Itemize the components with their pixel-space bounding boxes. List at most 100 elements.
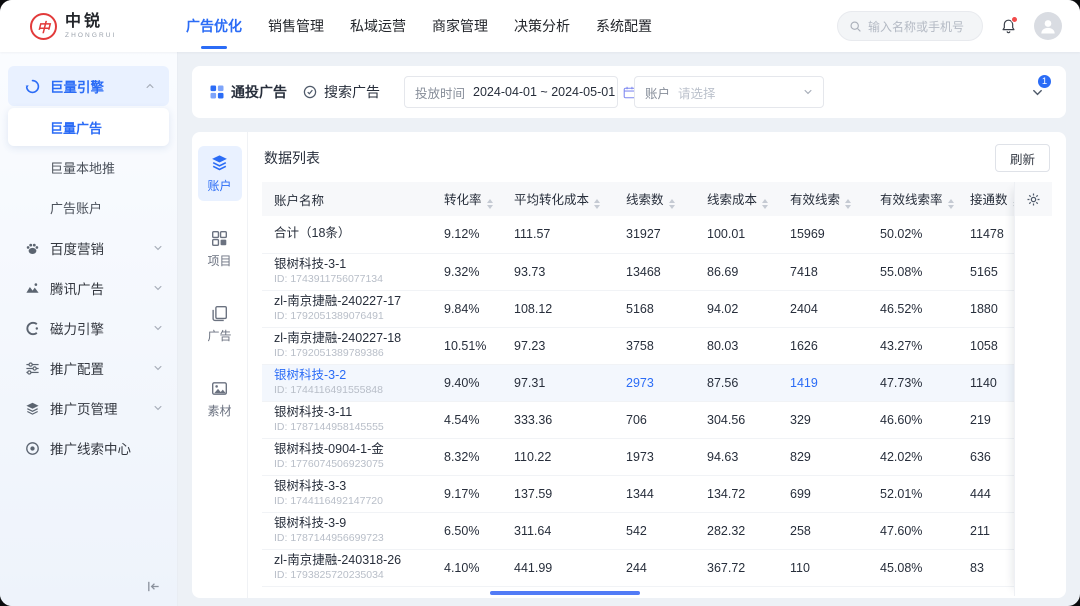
tab-search-ads[interactable]: 搜索广告 <box>303 82 380 102</box>
table-scroll-area[interactable]: 账户名称转化率平均转化成本线索数线索成本有效线索有效线索率接通数合计（18条）9… <box>262 182 1014 596</box>
sidebar-item[interactable]: 磁力引擎 <box>0 308 177 348</box>
top-nav-item[interactable]: 销售管理 <box>266 0 326 52</box>
table-row[interactable]: 银树科技-3-2ID: 17441164915558489.40%97.3129… <box>262 364 1014 401</box>
sidebar: 巨量引擎巨量广告巨量本地推广告账户百度营销腾讯广告磁力引擎推广配置推广页管理推广… <box>0 52 178 606</box>
sidebar-item-label: 磁力引擎 <box>50 318 143 338</box>
sidebar-item[interactable]: 巨量引擎 <box>8 66 169 106</box>
notification-dot <box>1011 16 1018 23</box>
column-header[interactable]: 平均转化成本 <box>502 182 614 216</box>
top-nav-item[interactable]: 广告优化 <box>184 0 244 52</box>
entity-tab[interactable]: 素材 <box>198 373 242 426</box>
column-settings-gear-icon[interactable] <box>1015 182 1052 216</box>
chevron-down-icon <box>803 87 813 97</box>
table-row[interactable]: 银树科技-3-9ID: 17871449566997236.50%311.645… <box>262 512 1014 549</box>
table-row[interactable]: zl-南京捷融-240227-17ID: 17920513890764919.8… <box>262 290 1014 327</box>
table-row[interactable]: 银树科技-0904-1-金ID: 17760745069230758.32%11… <box>262 438 1014 475</box>
column-header[interactable]: 有效线索 <box>778 182 868 216</box>
column-header[interactable]: 线索数 <box>614 182 695 216</box>
sidebar-subitem[interactable]: 巨量广告 <box>8 108 169 146</box>
metric-link[interactable]: 2973 <box>614 364 695 401</box>
sidebar-item[interactable]: 腾讯广告 <box>0 268 177 308</box>
sidebar-item-label: 巨量引擎 <box>50 76 135 96</box>
refresh-button[interactable]: 刷新 <box>995 144 1050 172</box>
sort-icons[interactable] <box>948 199 954 209</box>
metric-cell: 4.54% <box>432 401 502 438</box>
metric-cell: 87.56 <box>695 364 778 401</box>
metric-link[interactable]: 1419 <box>778 364 868 401</box>
column-header[interactable]: 转化率 <box>432 182 502 216</box>
column-header[interactable]: 接通数 <box>958 182 1014 216</box>
table-row[interactable]: 银树科技-3-11ID: 17871449581455554.54%333.36… <box>262 401 1014 438</box>
metric-cell: 134.72 <box>695 475 778 512</box>
top-nav-item[interactable]: 决策分析 <box>512 0 572 52</box>
table-row[interactable]: zl-南京捷融-240227-18ID: 179205138978938610.… <box>262 327 1014 364</box>
account-id: ID: 1776074506923075 <box>274 458 420 471</box>
app-window: 中 中锐 ZHONGRUI 广告优化销售管理私域运营商家管理决策分析系统配置 输… <box>0 0 1080 606</box>
date-range-value: 2024-04-01 ~ 2024-05-01 <box>473 85 615 99</box>
table-row[interactable]: 银树科技-3-3ID: 17441164921477209.17%137.591… <box>262 475 1014 512</box>
search-input[interactable]: 输入名称或手机号 <box>837 11 983 41</box>
sort-icons[interactable] <box>762 199 768 209</box>
sidebar-item[interactable]: 百度营销 <box>0 228 177 268</box>
filter-collapse-toggle[interactable]: 1 <box>1031 86 1044 99</box>
date-range-picker[interactable]: 投放时间 2024-04-01 ~ 2024-05-01 <box>404 76 618 108</box>
entity-tab[interactable]: 项目 <box>198 223 242 276</box>
metric-cell: 1344 <box>614 475 695 512</box>
metric-cell: 13468 <box>614 253 695 290</box>
entity-tab[interactable]: 账户 <box>198 146 242 201</box>
sidebar-subitem-label: 广告账户 <box>50 198 102 217</box>
sort-icons[interactable] <box>487 199 493 209</box>
chevron-down-icon <box>153 403 163 413</box>
user-avatar[interactable] <box>1034 12 1062 40</box>
metric-cell: 829 <box>778 438 868 475</box>
account-id: ID: 1793825720235034 <box>274 569 420 582</box>
sort-icons[interactable] <box>594 199 600 209</box>
account-layers-icon <box>210 153 229 172</box>
sort-icons[interactable] <box>669 199 675 209</box>
table-row[interactable]: 银树科技-3-1ID: 17439117560771349.32%93.7313… <box>262 253 1014 290</box>
entity-tab-label: 账户 <box>207 177 231 194</box>
sidebar-collapse-icon[interactable] <box>146 579 161 594</box>
top-nav-item[interactable]: 私域运营 <box>348 0 408 52</box>
tab-general-ads[interactable]: 通投广告 <box>210 82 287 102</box>
account-id: ID: 1744116491555848 <box>274 384 420 397</box>
column-header[interactable]: 线索成本 <box>695 182 778 216</box>
metric-cell: 5168 <box>614 290 695 327</box>
account-name: zl-南京捷融-240227-18 <box>274 331 420 347</box>
notification-bell-icon[interactable] <box>1000 18 1017 35</box>
horizontal-scrollbar-thumb[interactable] <box>490 591 640 595</box>
sidebar-subitem[interactable]: 广告账户 <box>8 188 169 226</box>
metric-cell: 304.56 <box>695 401 778 438</box>
top-nav-item[interactable]: 商家管理 <box>430 0 490 52</box>
top-nav-item-label: 决策分析 <box>514 16 570 36</box>
account-id: ID: 1787144958145555 <box>274 421 420 434</box>
top-nav-item[interactable]: 系统配置 <box>594 0 654 52</box>
entity-tab[interactable]: 广告 <box>198 298 242 351</box>
baidu-icon <box>24 241 40 256</box>
sidebar-item-label: 腾讯广告 <box>50 278 143 298</box>
metric-cell: 706 <box>614 401 695 438</box>
account-select[interactable]: 账户 请选择 <box>634 76 824 108</box>
sidebar-item[interactable]: 推广页管理 <box>0 388 177 428</box>
sidebar-subitem[interactable]: 巨量本地推 <box>8 148 169 186</box>
account-name-cell: 合计（18条） <box>262 216 432 253</box>
account-name-cell: 银树科技-3-2ID: 1744116491555848 <box>262 364 432 401</box>
sort-icons[interactable] <box>845 199 851 209</box>
sidebar-item[interactable]: 推广配置 <box>0 348 177 388</box>
metric-cell: 367.72 <box>695 549 778 586</box>
grid-icon <box>210 85 224 99</box>
sidebar-item[interactable]: 推广线索中心 <box>0 428 177 468</box>
brand-name: 中锐 <box>65 13 116 31</box>
promo-config-icon <box>24 361 40 376</box>
account-id: ID: 1787144956699723 <box>274 532 420 545</box>
table-row[interactable]: zl-南京捷融-240318-26ID: 17938257202350344.1… <box>262 549 1014 586</box>
ocean-engine-icon <box>24 79 40 94</box>
metric-cell: 311.64 <box>502 512 614 549</box>
column-header[interactable]: 有效线索率 <box>868 182 958 216</box>
metric-cell: 110.22 <box>502 438 614 475</box>
metric-cell: 93.73 <box>502 253 614 290</box>
table-row[interactable]: 合计（18条）9.12%111.5731927100.011596950.02%… <box>262 216 1014 253</box>
tencent-icon <box>24 281 40 296</box>
metric-cell: 97.31 <box>502 364 614 401</box>
account-name: zl-南京捷融-240318-26 <box>274 553 420 569</box>
